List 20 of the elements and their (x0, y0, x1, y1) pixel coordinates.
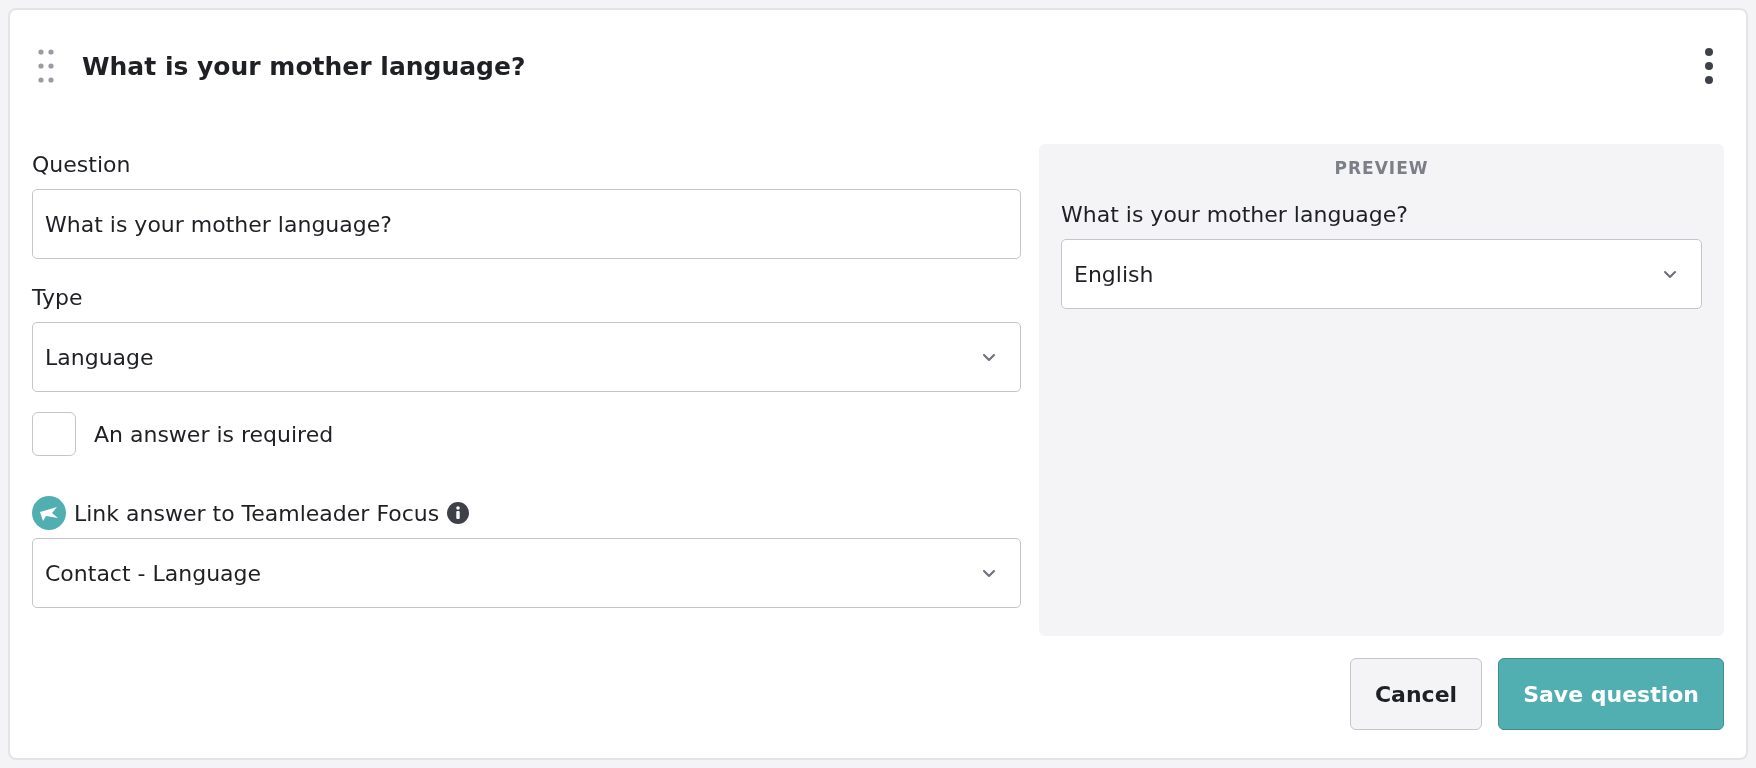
checkbox-label: An answer is required (94, 421, 334, 447)
preview-dropdown[interactable]: English (1061, 239, 1702, 309)
chevron-down-icon (982, 352, 996, 362)
preview-question: What is your mother language? (1061, 202, 1409, 227)
more-options-icon[interactable] (1704, 48, 1714, 84)
field-label: Question (32, 152, 132, 177)
checkbox[interactable] (32, 412, 76, 456)
card-title: What is your mother language? (82, 51, 527, 81)
question-input-field[interactable]: What is your mother language? (32, 189, 1021, 259)
preview-heading: PREVIEW (1333, 158, 1430, 178)
field-label: Type (32, 285, 84, 310)
cancel-button[interactable]: Cancel (1349, 658, 1483, 730)
drag-handle-icon[interactable] (38, 49, 54, 83)
info-icon[interactable] (447, 502, 470, 524)
chevron-down-icon (982, 568, 996, 578)
paper-plane-icon (32, 496, 66, 530)
link-dropdown[interactable]: Contact - Language (32, 538, 1021, 608)
type-dropdown[interactable]: Language (32, 322, 1021, 392)
chevron-down-icon (1663, 269, 1677, 279)
field-label: Link answer to Teamleader Focus (74, 500, 440, 526)
